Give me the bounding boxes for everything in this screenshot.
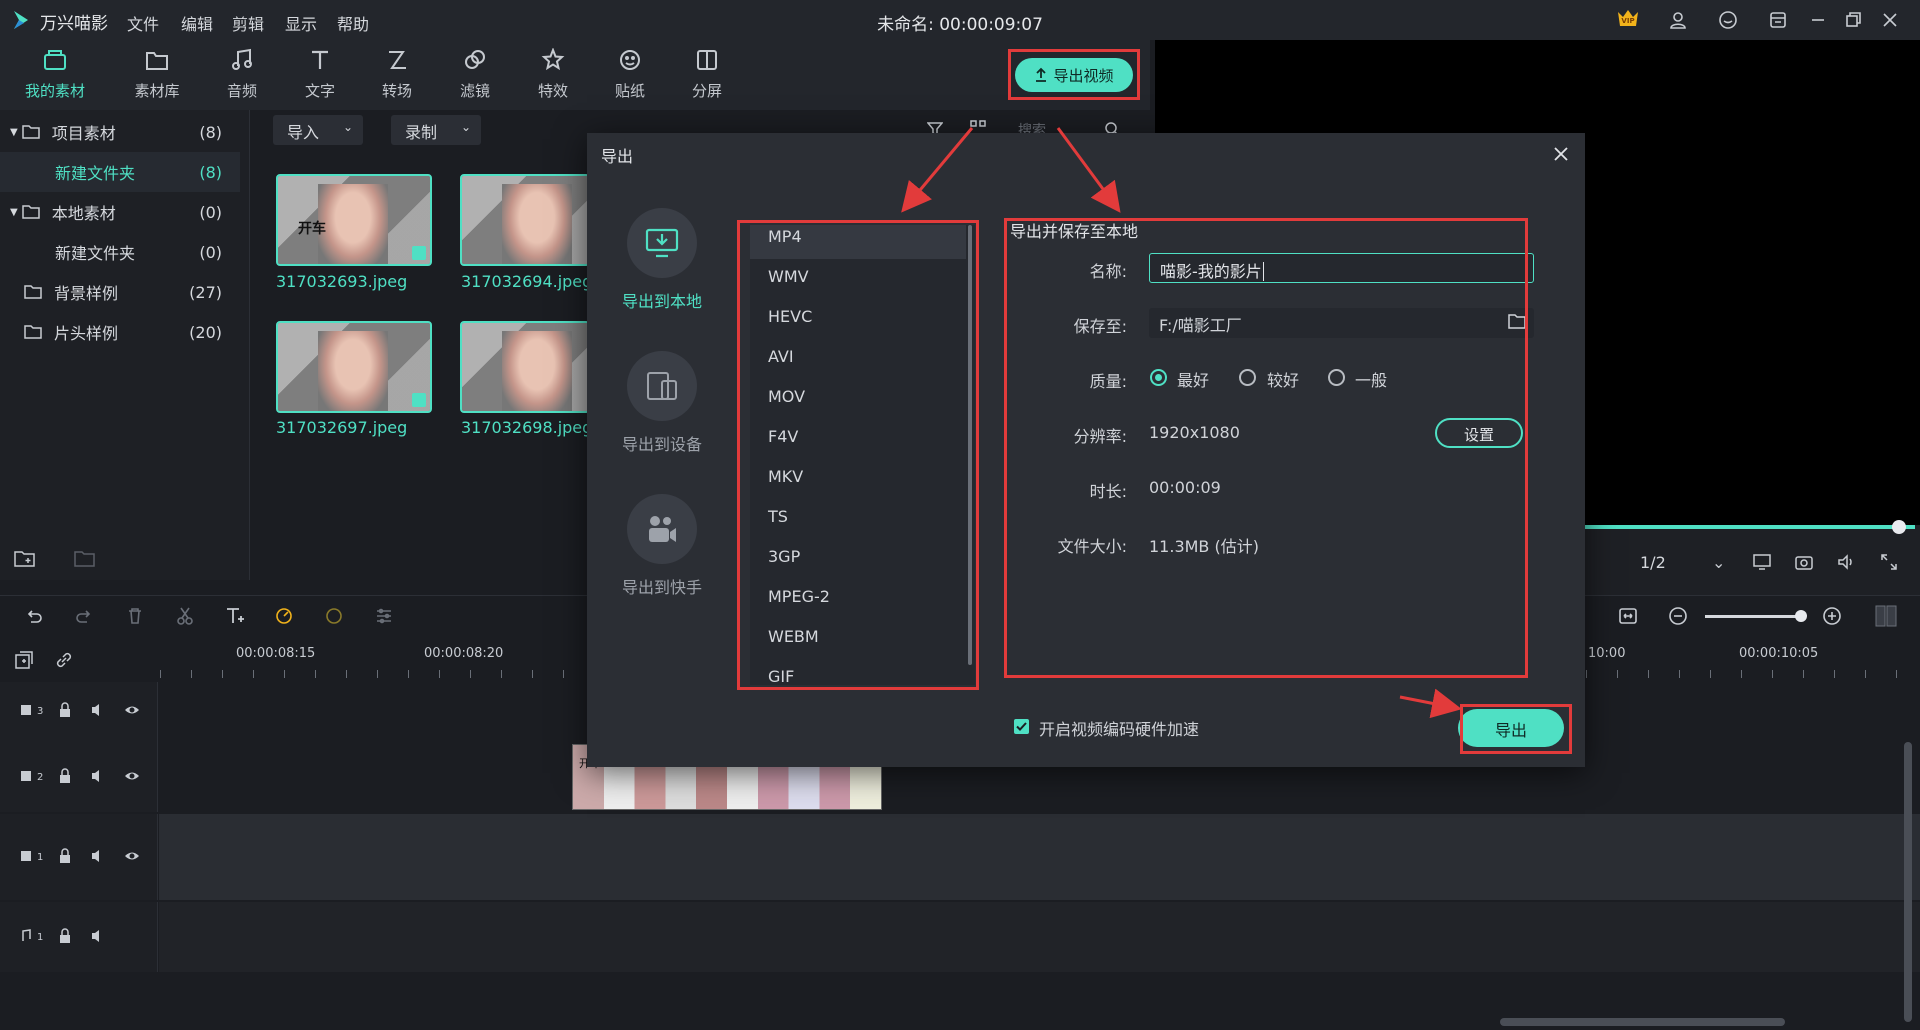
arrow-to-format-list (901, 127, 974, 213)
annotation-arrows (901, 127, 1462, 719)
arrow-to-export-button (1399, 688, 1462, 719)
arrow-to-settings (1056, 127, 1121, 213)
